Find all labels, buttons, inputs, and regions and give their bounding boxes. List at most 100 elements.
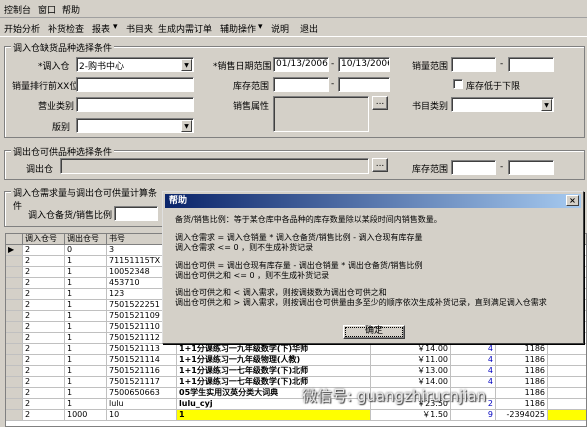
row-indicator[interactable] bbox=[6, 278, 23, 289]
table-cell[interactable]: 1 bbox=[65, 289, 107, 300]
table-cell[interactable]: 4 bbox=[451, 355, 496, 366]
table-cell[interactable]: 1186 bbox=[496, 366, 548, 377]
low-stock-checkbox[interactable] bbox=[453, 79, 463, 89]
stock-range-max[interactable] bbox=[338, 77, 390, 92]
table-cell[interactable]: 1 bbox=[65, 322, 107, 333]
table-cell[interactable]: 1 bbox=[65, 333, 107, 344]
table-cell[interactable]: 2 bbox=[23, 388, 65, 399]
table-cell[interactable]: 1 bbox=[65, 366, 107, 377]
row-indicator[interactable] bbox=[6, 388, 23, 399]
table-cell[interactable]: 2 bbox=[23, 311, 65, 322]
table-cell[interactable]: 2 bbox=[23, 267, 65, 278]
table-cell[interactable]: 1 bbox=[65, 399, 107, 410]
table-cell[interactable]: 10 bbox=[107, 410, 177, 421]
table-cell[interactable]: 1 bbox=[177, 410, 371, 421]
table-cell[interactable] bbox=[548, 355, 586, 366]
col-in-warehouse[interactable]: 调入仓号 bbox=[23, 234, 65, 245]
table-cell[interactable]: 1+1分课练习一九年级数学(下)华师 bbox=[177, 344, 371, 355]
table-cell[interactable]: 2 bbox=[23, 333, 65, 344]
table-cell[interactable]: 1 bbox=[65, 267, 107, 278]
table-cell[interactable]: 1 bbox=[65, 344, 107, 355]
table-cell[interactable]: 1186 bbox=[496, 355, 548, 366]
table-cell[interactable]: 1 bbox=[65, 278, 107, 289]
row-indicator[interactable] bbox=[6, 311, 23, 322]
toolbar-restock-check[interactable]: 补货检查 bbox=[48, 22, 84, 35]
toolbar-description[interactable]: 说明 bbox=[271, 22, 289, 35]
row-indicator[interactable] bbox=[6, 377, 23, 388]
row-indicator[interactable] bbox=[6, 399, 23, 410]
table-row[interactable]: 2 1 7501521117 1+1分课练习一七年级数学(下)北师 ￥14.00 4 118… bbox=[6, 377, 586, 388]
table-cell[interactable]: 4 bbox=[451, 366, 496, 377]
table-cell[interactable] bbox=[548, 388, 586, 399]
col-out-warehouse[interactable]: 调出仓号 bbox=[65, 234, 107, 245]
table-cell[interactable]: 1186 bbox=[496, 377, 548, 388]
table-cell[interactable] bbox=[548, 399, 586, 410]
table-cell[interactable]: 7501521114 bbox=[107, 355, 177, 366]
row-indicator[interactable]: ▶ bbox=[6, 245, 23, 256]
toolbar-reports-dropdown-icon[interactable]: ▾ bbox=[113, 22, 118, 32]
table-cell[interactable] bbox=[548, 377, 586, 388]
table-cell[interactable]: 2 bbox=[23, 366, 65, 377]
table-cell[interactable]: 1 bbox=[65, 300, 107, 311]
table-cell[interactable]: 2 bbox=[23, 278, 65, 289]
row-indicator[interactable] bbox=[6, 267, 23, 278]
chevron-down-icon[interactable]: ▼ bbox=[181, 59, 192, 71]
table-cell[interactable]: 9 bbox=[451, 410, 496, 421]
toolbar-reports[interactable]: 报表 bbox=[92, 22, 110, 35]
table-cell[interactable]: 7501521113 bbox=[107, 344, 177, 355]
date-from-field[interactable]: 01/13/2006 bbox=[273, 57, 329, 72]
menu-help[interactable]: 帮助 bbox=[62, 3, 80, 16]
row-indicator[interactable] bbox=[6, 256, 23, 267]
table-row[interactable]: 2 1 7501521114 1+1分课练习一九年级物理(人教) ￥11.00 4 1186 bbox=[6, 355, 586, 366]
table-cell[interactable]: 2 bbox=[23, 300, 65, 311]
table-cell[interactable]: 1+1分课练习一九年级物理(人教) bbox=[177, 355, 371, 366]
attr-button[interactable]: ... bbox=[372, 96, 388, 110]
chevron-down-icon[interactable]: ▼ bbox=[181, 120, 192, 132]
table-cell[interactable]: ￥14.00 bbox=[371, 344, 451, 355]
table-cell[interactable]: 2 bbox=[23, 322, 65, 333]
row-indicator[interactable] bbox=[6, 300, 23, 311]
table-cell[interactable]: 2 bbox=[23, 410, 65, 421]
table-cell[interactable]: 2 bbox=[23, 377, 65, 388]
table-cell[interactable]: ￥1.50 bbox=[371, 410, 451, 421]
out-stock-range-min[interactable] bbox=[451, 160, 496, 175]
edition-select[interactable]: ▼ bbox=[76, 118, 194, 133]
table-cell[interactable]: 1 bbox=[65, 311, 107, 322]
ok-button[interactable]: 确定 bbox=[343, 325, 405, 339]
book-category-select[interactable]: ▼ bbox=[451, 97, 554, 112]
out-warehouse-field[interactable] bbox=[60, 158, 369, 174]
table-cell[interactable]: 7500650663 bbox=[107, 388, 177, 399]
table-cell[interactable]: 1 bbox=[65, 377, 107, 388]
table-cell[interactable]: 1000 bbox=[65, 410, 107, 421]
table-cell[interactable] bbox=[548, 344, 586, 355]
row-indicator[interactable] bbox=[6, 322, 23, 333]
table-cell[interactable]: 0 bbox=[65, 245, 107, 256]
out-stock-range-max[interactable] bbox=[508, 160, 554, 175]
menu-console[interactable]: 控制台 bbox=[4, 3, 31, 16]
table-cell[interactable]: 7501521117 bbox=[107, 377, 177, 388]
table-cell[interactable]: 4 bbox=[451, 344, 496, 355]
toolbar-bookmark-folder[interactable]: 书目夹 bbox=[126, 22, 153, 35]
table-cell[interactable]: -2394025 bbox=[496, 410, 548, 421]
row-indicator[interactable] bbox=[6, 333, 23, 344]
toolbar-exit[interactable]: 退出 bbox=[300, 22, 318, 35]
table-cell[interactable]: 1 bbox=[65, 256, 107, 267]
toolbar-aux-ops[interactable]: 辅助操作 bbox=[220, 22, 256, 35]
chevron-down-icon[interactable]: ▼ bbox=[541, 99, 552, 111]
ratio-field[interactable] bbox=[114, 206, 158, 221]
row-indicator[interactable] bbox=[6, 355, 23, 366]
table-cell[interactable] bbox=[548, 410, 586, 421]
close-icon[interactable]: × bbox=[566, 195, 579, 206]
table-cell[interactable]: lulu bbox=[107, 399, 177, 410]
table-cell[interactable]: 7501521116 bbox=[107, 366, 177, 377]
row-indicator[interactable] bbox=[6, 410, 23, 421]
table-row[interactable]: 2 1 7501521116 1+1分课练习一七年级数学(下)北师 ￥13.00 4 118… bbox=[6, 366, 586, 377]
table-cell[interactable]: 2 bbox=[23, 399, 65, 410]
date-to-field[interactable]: 10/13/2006 bbox=[338, 57, 390, 72]
category-field[interactable] bbox=[76, 97, 194, 112]
table-cell[interactable]: 1186 bbox=[496, 388, 548, 399]
toolbar-start-analysis[interactable]: 开始分析 bbox=[4, 22, 40, 35]
sales-range-max[interactable] bbox=[508, 57, 554, 72]
table-cell[interactable]: 2 bbox=[23, 245, 65, 256]
menu-window[interactable]: 窗口 bbox=[38, 3, 56, 16]
